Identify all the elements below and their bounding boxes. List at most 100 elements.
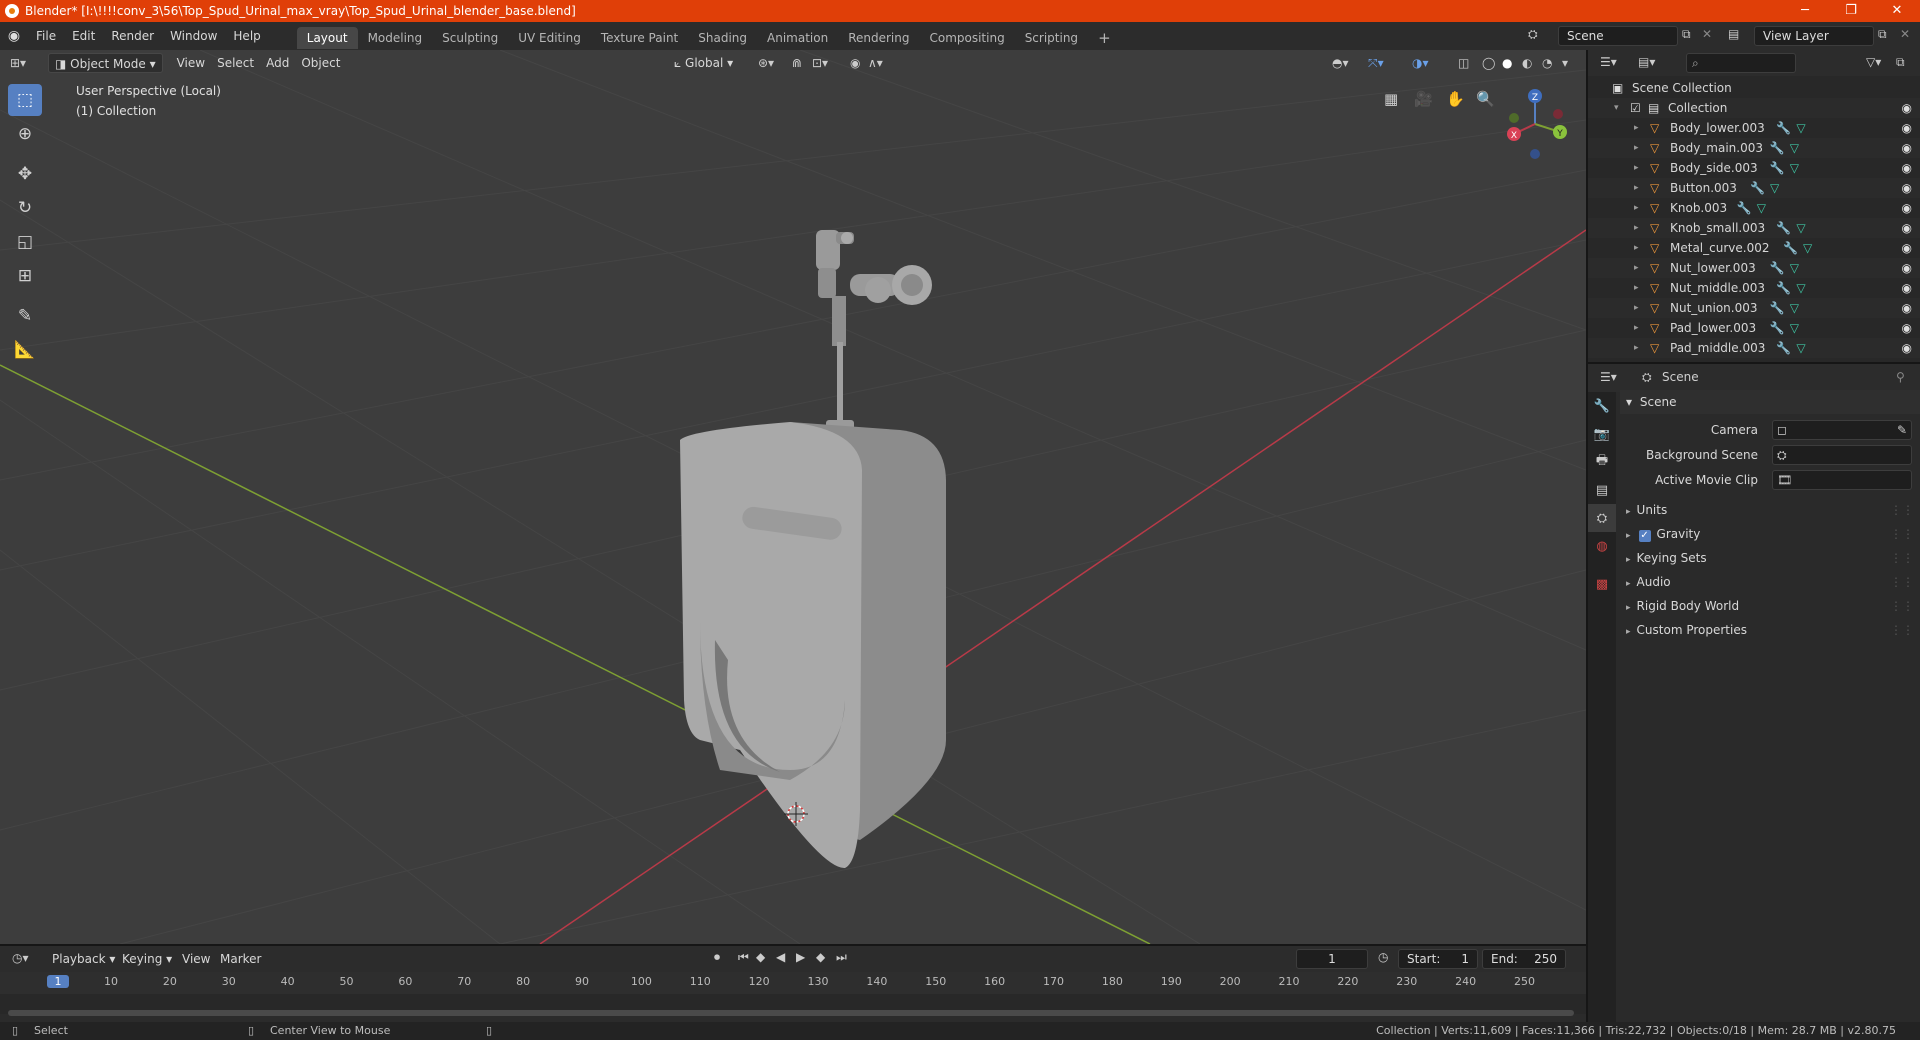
move-tool[interactable]: ✥ (8, 158, 42, 190)
visibility-eye-icon[interactable]: ◉ (1902, 318, 1912, 338)
visibility-eye-icon[interactable]: ◉ (1902, 178, 1912, 198)
tab-scripting[interactable]: Scripting (1015, 27, 1088, 49)
outliner-object-row[interactable]: ▸ ▽ Nut_union.003 🔧 ▽ ◉ (1588, 298, 1920, 318)
modifier-wrench-icon[interactable]: 🔧 (1776, 118, 1791, 138)
modifier-wrench-icon[interactable]: 🔧 (1737, 198, 1752, 218)
tab-render[interactable]: 📷 (1588, 420, 1616, 448)
menu-object[interactable]: Object (295, 53, 346, 73)
snap-icon[interactable]: ⋒ (792, 56, 802, 70)
modifier-wrench-icon[interactable]: 🔧 (1770, 138, 1785, 158)
drag-handle-icon[interactable]: ⋮⋮ (1890, 522, 1914, 546)
modifier-wrench-icon[interactable]: 🔧 (1770, 158, 1785, 178)
tab-sculpting[interactable]: Sculpting (432, 27, 508, 49)
annotate-tool[interactable]: ✎ (8, 300, 42, 332)
drag-handle-icon[interactable]: ⋮⋮ (1890, 546, 1914, 570)
menu-select[interactable]: Select (211, 53, 260, 73)
drag-handle-icon[interactable]: ⋮⋮ (1890, 498, 1914, 522)
wireframe-shading-icon[interactable]: ◯ (1482, 56, 1495, 70)
scene-type-icon[interactable]: ⛭ (1528, 27, 1538, 42)
tab-uv-editing[interactable]: UV Editing (508, 27, 591, 49)
snap-target-icon[interactable]: ⊡▾ (812, 56, 828, 70)
camera-field[interactable]: ◻ ✎ (1772, 420, 1912, 440)
mesh-data-icon[interactable]: ▽ (1796, 338, 1805, 358)
jump-start-icon[interactable]: ⏮ (738, 950, 749, 965)
expand-arrow-icon[interactable]: ▸ (1634, 218, 1639, 238)
outliner-object-row[interactable]: ▸ ▽ Body_lower.003 🔧 ▽ ◉ (1588, 118, 1920, 138)
expand-arrow-icon[interactable]: ▸ (1634, 138, 1639, 158)
jump-end-icon[interactable]: ⏭ (836, 950, 847, 965)
select-box-tool[interactable]: ⬚ (8, 84, 42, 116)
mesh-data-icon[interactable]: ▽ (1796, 218, 1805, 238)
cursor-tool[interactable]: ⊕ (8, 118, 42, 150)
editor-type-icon[interactable]: ⊞▾ (10, 56, 40, 70)
visibility-eye-icon[interactable]: ◉ (1902, 298, 1912, 318)
current-frame-field[interactable]: 1 (1296, 949, 1368, 969)
shading-options-icon[interactable]: ▾ (1562, 56, 1568, 70)
properties-panel-header[interactable]: ▸ Units ⋮⋮ (1620, 498, 1920, 522)
menu-help[interactable]: Help (225, 22, 268, 50)
modifier-wrench-icon[interactable]: 🔧 (1776, 218, 1791, 238)
mesh-data-icon[interactable]: ▽ (1757, 198, 1766, 218)
visibility-icon[interactable]: ◓▾ (1332, 56, 1349, 70)
properties-panel-header[interactable]: ▸ Audio ⋮⋮ (1620, 570, 1920, 594)
expand-arrow-icon[interactable]: ▸ (1634, 238, 1639, 258)
delete-view-layer-icon[interactable]: ✕ (1900, 27, 1910, 41)
outliner-search-input[interactable]: ⌕ (1686, 53, 1796, 73)
zoom-view-icon[interactable]: 🔍 (1476, 90, 1495, 108)
end-frame-field[interactable]: End: 250 (1482, 949, 1566, 969)
visibility-eye-icon[interactable]: ◉ (1902, 278, 1912, 298)
visibility-eye-icon[interactable]: ◉ (1902, 158, 1912, 178)
tab-texture-paint[interactable]: Texture Paint (591, 27, 688, 49)
timeline-scrollbar[interactable] (8, 1010, 1574, 1016)
visibility-eye-icon[interactable]: ◉ (1902, 138, 1912, 158)
tab-shading[interactable]: Shading (688, 27, 757, 49)
drag-handle-icon[interactable]: ⋮⋮ (1890, 594, 1914, 618)
timeline-ruler[interactable]: 1 10 20 30 40 50 60 70 80 90 100 110 120 130 140 150 160… (0, 972, 1586, 994)
new-scene-icon[interactable]: ⧉ (1682, 27, 1691, 42)
expand-arrow-icon[interactable]: ▸ (1634, 198, 1639, 218)
mesh-data-icon[interactable]: ▽ (1796, 278, 1805, 298)
xray-icon[interactable]: ◫ (1458, 56, 1469, 70)
prev-keyframe-icon[interactable]: ◆ (756, 950, 765, 964)
pan-view-icon[interactable]: ✋ (1446, 90, 1465, 108)
expand-arrow-icon[interactable]: ▸ (1634, 278, 1639, 298)
3d-viewport[interactable] (0, 50, 1586, 944)
record-icon[interactable]: ⏺ (714, 950, 720, 965)
mode-dropdown[interactable]: ◨ Object Mode ▾ (48, 53, 163, 73)
outliner-object-row[interactable]: ▸ ▽ Nut_middle.003 🔧 ▽ ◉ (1588, 278, 1920, 298)
mesh-data-icon[interactable]: ▽ (1790, 158, 1799, 178)
modifier-wrench-icon[interactable]: 🔧 (1770, 298, 1785, 318)
tab-animation[interactable]: Animation (757, 27, 838, 49)
delete-scene-icon[interactable]: ✕ (1702, 27, 1712, 41)
menu-file[interactable]: File (28, 22, 64, 50)
tab-scene[interactable]: ⛭ (1588, 504, 1616, 532)
visibility-eye-icon[interactable]: ◉ (1902, 218, 1912, 238)
timeline-view-menu[interactable]: View (176, 949, 216, 969)
tab-modeling[interactable]: Modeling (358, 27, 433, 49)
menu-edit[interactable]: Edit (64, 22, 103, 50)
keying-menu[interactable]: Keying ▾ (116, 949, 178, 969)
add-workspace-button[interactable]: + (1088, 27, 1121, 49)
checkbox-icon[interactable]: ☑ (1630, 98, 1641, 118)
new-collection-icon[interactable]: ⧉ (1896, 55, 1905, 70)
menu-view[interactable]: View (171, 53, 211, 73)
proportional-edit-icon[interactable]: ◉ (850, 56, 860, 70)
tab-compositing[interactable]: Compositing (919, 27, 1014, 49)
blender-menu-icon[interactable]: ◉ (0, 28, 28, 44)
outliner-collection-row[interactable]: ▾ ☑ ▤ Collection ◉ (1588, 98, 1920, 118)
visibility-eye-icon[interactable]: ◉ (1902, 118, 1912, 138)
mesh-data-icon[interactable]: ▽ (1770, 178, 1779, 198)
transform-orientation-dropdown[interactable]: ⟀ Global ▾ (668, 53, 739, 73)
properties-panel-header[interactable]: ▸ Rigid Body World ⋮⋮ (1620, 594, 1920, 618)
modifier-wrench-icon[interactable]: 🔧 (1770, 318, 1785, 338)
modifier-wrench-icon[interactable]: 🔧 (1776, 338, 1791, 358)
mesh-data-icon[interactable]: ▽ (1796, 118, 1805, 138)
menu-add[interactable]: Add (260, 53, 295, 73)
expand-arrow-icon[interactable]: ▸ (1634, 318, 1639, 338)
maximize-button[interactable]: ❐ (1828, 0, 1874, 22)
solid-shading-icon[interactable]: ● (1502, 56, 1512, 70)
properties-panel-header[interactable]: ▸ Keying Sets ⋮⋮ (1620, 546, 1920, 570)
mesh-data-icon[interactable]: ▽ (1790, 298, 1799, 318)
mesh-data-icon[interactable]: ▽ (1790, 138, 1799, 158)
properties-editor-type-icon[interactable]: ☰▾ (1600, 370, 1617, 384)
